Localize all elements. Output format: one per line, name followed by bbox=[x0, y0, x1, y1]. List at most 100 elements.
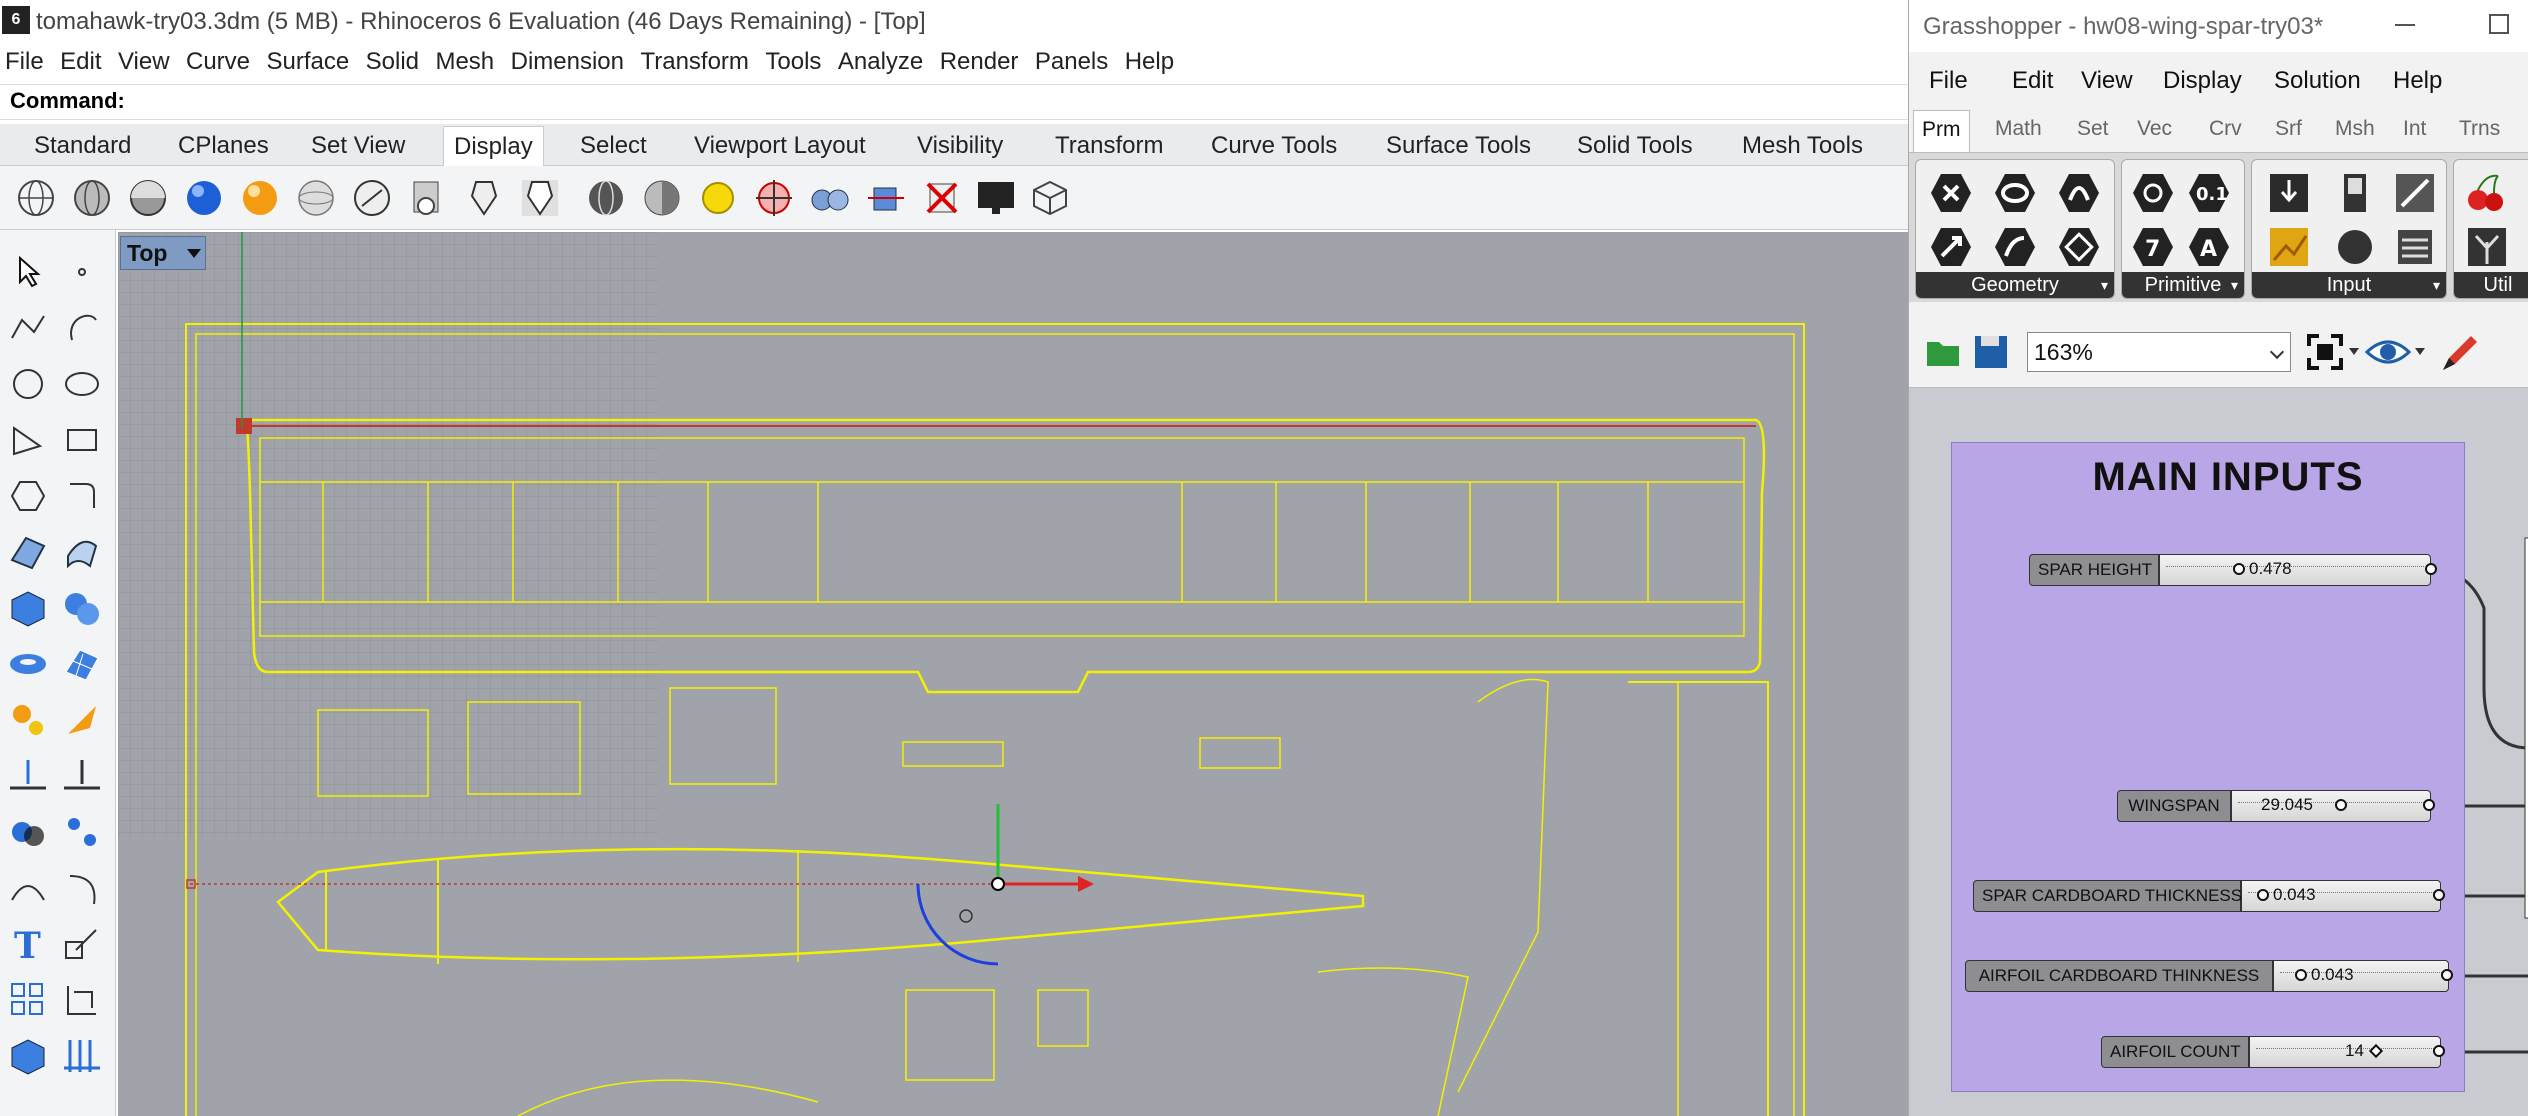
menu-analyze[interactable]: Analyze bbox=[833, 44, 930, 76]
panel-input-label[interactable]: Input ▾ bbox=[2252, 272, 2446, 298]
menu-tools[interactable]: Tools bbox=[760, 44, 828, 76]
cherry-icon[interactable] bbox=[2464, 170, 2510, 216]
number-param-icon[interactable]: 0.1 bbox=[2186, 170, 2232, 216]
gradient-icon[interactable] bbox=[2392, 170, 2438, 216]
tab-transform[interactable]: Transform bbox=[1055, 132, 1163, 160]
tab-mesh-tools[interactable]: Mesh Tools bbox=[1742, 132, 1863, 160]
menu-dimension[interactable]: Dimension bbox=[506, 44, 631, 76]
sphere-icon[interactable] bbox=[60, 586, 104, 630]
text-param-icon[interactable]: A bbox=[2186, 224, 2232, 270]
menu-curve[interactable]: Curve bbox=[181, 44, 257, 76]
menu-mesh[interactable]: Mesh bbox=[430, 44, 501, 76]
main-inputs-group[interactable]: MAIN INPUTS bbox=[1951, 442, 2465, 1092]
loft-icon[interactable] bbox=[60, 530, 104, 574]
tab-curve-tools[interactable]: Curve Tools bbox=[1211, 132, 1337, 160]
preview-eye-icon[interactable] bbox=[2365, 334, 2411, 370]
disable-icon[interactable] bbox=[920, 176, 964, 220]
ellipse-icon[interactable] bbox=[60, 362, 104, 406]
chevron-down-icon[interactable] bbox=[2349, 348, 2359, 355]
gh-tab-prm[interactable]: Prm bbox=[1913, 110, 1970, 152]
rotate-icon[interactable] bbox=[60, 866, 104, 910]
import-icon[interactable] bbox=[2266, 170, 2312, 216]
hexagon-icon[interactable] bbox=[6, 474, 50, 518]
tab-visibility[interactable]: Visibility bbox=[917, 132, 1003, 160]
gh-tab-msh[interactable]: Msh bbox=[2335, 117, 2375, 141]
artistic-icon[interactable] bbox=[406, 176, 450, 220]
zoom-select[interactable]: 163% bbox=[2027, 332, 2291, 372]
pen-icon[interactable] bbox=[462, 176, 506, 220]
circle-param-icon[interactable] bbox=[1992, 170, 2038, 216]
gh-tab-math[interactable]: Math bbox=[1995, 117, 2042, 141]
integer-param-icon[interactable]: 7 bbox=[2130, 224, 2176, 270]
explode-icon[interactable] bbox=[60, 698, 104, 742]
wireframe-icon[interactable] bbox=[14, 176, 58, 220]
scale-icon[interactable] bbox=[60, 922, 104, 966]
slider-track[interactable] bbox=[2241, 880, 2441, 912]
save-file-icon[interactable] bbox=[1971, 332, 2011, 372]
menu-render[interactable]: Render bbox=[935, 44, 1026, 76]
tab-standard[interactable]: Standard bbox=[34, 132, 131, 160]
target-icon[interactable] bbox=[752, 176, 796, 220]
output-port[interactable] bbox=[2433, 1045, 2445, 1057]
boolean-param-icon[interactable] bbox=[2130, 170, 2176, 216]
curve-param-icon[interactable] bbox=[2056, 170, 2102, 216]
box-solid-icon[interactable] bbox=[6, 586, 50, 630]
render-icon[interactable] bbox=[6, 1034, 50, 1078]
menu-help[interactable]: Help bbox=[1120, 44, 1181, 76]
plane-param-icon[interactable] bbox=[2056, 224, 2102, 270]
gh-menu-help[interactable]: Help bbox=[2393, 67, 2442, 95]
zoom-extents-icon[interactable] bbox=[2305, 332, 2345, 372]
capture-icon[interactable] bbox=[864, 176, 908, 220]
maximize-icon[interactable] bbox=[2489, 14, 2509, 34]
gh-tab-srf[interactable]: Srf bbox=[2275, 117, 2302, 141]
top-viewport[interactable]: Top bbox=[118, 232, 1908, 1116]
select-icon[interactable] bbox=[6, 250, 50, 294]
menu-solid[interactable]: Solid bbox=[361, 44, 426, 76]
transform-icon[interactable] bbox=[60, 978, 104, 1022]
slider-track[interactable] bbox=[2159, 554, 2431, 586]
set-display-mode-icon[interactable] bbox=[584, 176, 628, 220]
output-port[interactable] bbox=[2423, 799, 2435, 811]
arctic-icon[interactable] bbox=[518, 176, 562, 220]
ghosted-blue-icon[interactable] bbox=[182, 176, 226, 220]
gh-tab-int[interactable]: Int bbox=[2403, 117, 2426, 141]
gh-menu-edit[interactable]: Edit bbox=[2012, 67, 2053, 95]
gh-tab-set[interactable]: Set bbox=[2077, 117, 2109, 141]
rectangle-icon[interactable] bbox=[60, 418, 104, 462]
open-file-icon[interactable] bbox=[1923, 332, 1963, 372]
gh-tab-crv[interactable]: Crv bbox=[2209, 117, 2242, 141]
menu-view[interactable]: View bbox=[113, 44, 177, 76]
slider-knob[interactable] bbox=[2257, 889, 2269, 901]
tree-icon[interactable] bbox=[2464, 224, 2510, 270]
minimize-icon[interactable] bbox=[2395, 24, 2415, 26]
tab-cplanes[interactable]: CPlanes bbox=[178, 132, 269, 160]
panel-primitive-label[interactable]: Primitive ▾ bbox=[2122, 272, 2244, 298]
toggle-icon[interactable] bbox=[2332, 170, 2378, 216]
trim-icon[interactable] bbox=[6, 754, 50, 798]
box-icon[interactable] bbox=[1028, 176, 1072, 220]
gh-menu-file[interactable]: File bbox=[1929, 67, 1968, 95]
gh-tab-trns[interactable]: Trns bbox=[2459, 117, 2500, 141]
slider-knob[interactable] bbox=[2335, 799, 2347, 811]
gh-tab-vec[interactable]: Vec bbox=[2137, 117, 2172, 141]
sketch-pen-icon[interactable] bbox=[2437, 330, 2481, 374]
gear-tool-icon[interactable] bbox=[6, 698, 50, 742]
value-list-icon[interactable] bbox=[2392, 224, 2438, 270]
arc-icon[interactable] bbox=[60, 306, 104, 350]
line-param-icon[interactable] bbox=[1992, 224, 2038, 270]
output-port[interactable] bbox=[2433, 889, 2445, 901]
curve-icon[interactable] bbox=[6, 866, 50, 910]
polygon-icon[interactable] bbox=[6, 418, 50, 462]
menu-surface[interactable]: Surface bbox=[261, 44, 356, 76]
gh-menu-display[interactable]: Display bbox=[2163, 67, 2242, 95]
panel-util-label[interactable]: Util bbox=[2454, 272, 2528, 298]
chevron-down-icon[interactable] bbox=[2415, 348, 2425, 355]
surface-icon[interactable] bbox=[6, 530, 50, 574]
menu-panels[interactable]: Panels bbox=[1030, 44, 1115, 76]
point-icon[interactable] bbox=[60, 250, 104, 294]
slider-knob[interactable] bbox=[2295, 969, 2307, 981]
shaded-orange-icon[interactable] bbox=[238, 176, 282, 220]
tab-set-view[interactable]: Set View bbox=[311, 132, 405, 160]
slider-knob[interactable] bbox=[2233, 563, 2245, 575]
array-icon[interactable] bbox=[6, 978, 50, 1022]
